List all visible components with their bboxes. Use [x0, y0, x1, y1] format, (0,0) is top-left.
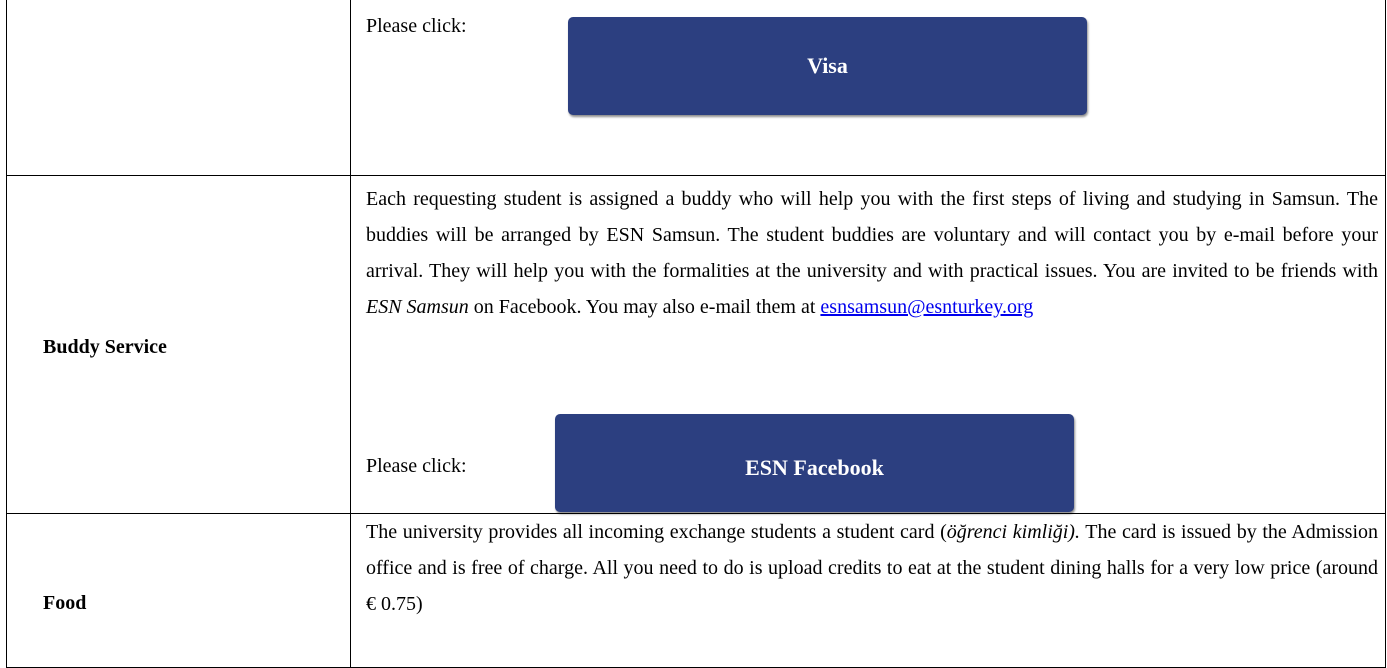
column-divider: [350, 513, 351, 667]
email-link[interactable]: esnsamsun@esnturkey.org: [820, 296, 1033, 318]
table-row-visa: Please click: Visa: [6, 0, 1386, 176]
column-divider: [350, 0, 351, 175]
buddy-text-part2: on Facebook. You may also e-mail them at: [468, 296, 821, 318]
buddy-service-text: Each requesting student is assigned a bu…: [366, 181, 1378, 325]
column-divider: [350, 175, 351, 513]
food-text: The university provides all incoming exc…: [366, 514, 1378, 622]
visa-button[interactable]: Visa: [568, 17, 1087, 115]
buddy-text-part1: Each requesting student is assigned a bu…: [366, 188, 1378, 282]
table-row-food: Food The university provides all incomin…: [6, 513, 1386, 668]
food-label: Food: [43, 592, 87, 614]
food-text-part1: The university provides all incoming exc…: [366, 521, 947, 543]
table-row-buddy-service: Buddy Service Each requesting student is…: [6, 175, 1386, 514]
please-click-label: Please click:: [366, 15, 467, 37]
buddy-text-italic: ESN Samsun: [366, 296, 469, 318]
info-table: Please click: Visa Buddy Service Each re…: [6, 0, 1386, 668]
food-text-italic: öğrenci kimliği).: [946, 521, 1080, 543]
esn-facebook-button[interactable]: ESN Facebook: [555, 414, 1074, 512]
please-click-label: Please click:: [366, 455, 467, 477]
buddy-service-label: Buddy Service: [43, 336, 167, 358]
